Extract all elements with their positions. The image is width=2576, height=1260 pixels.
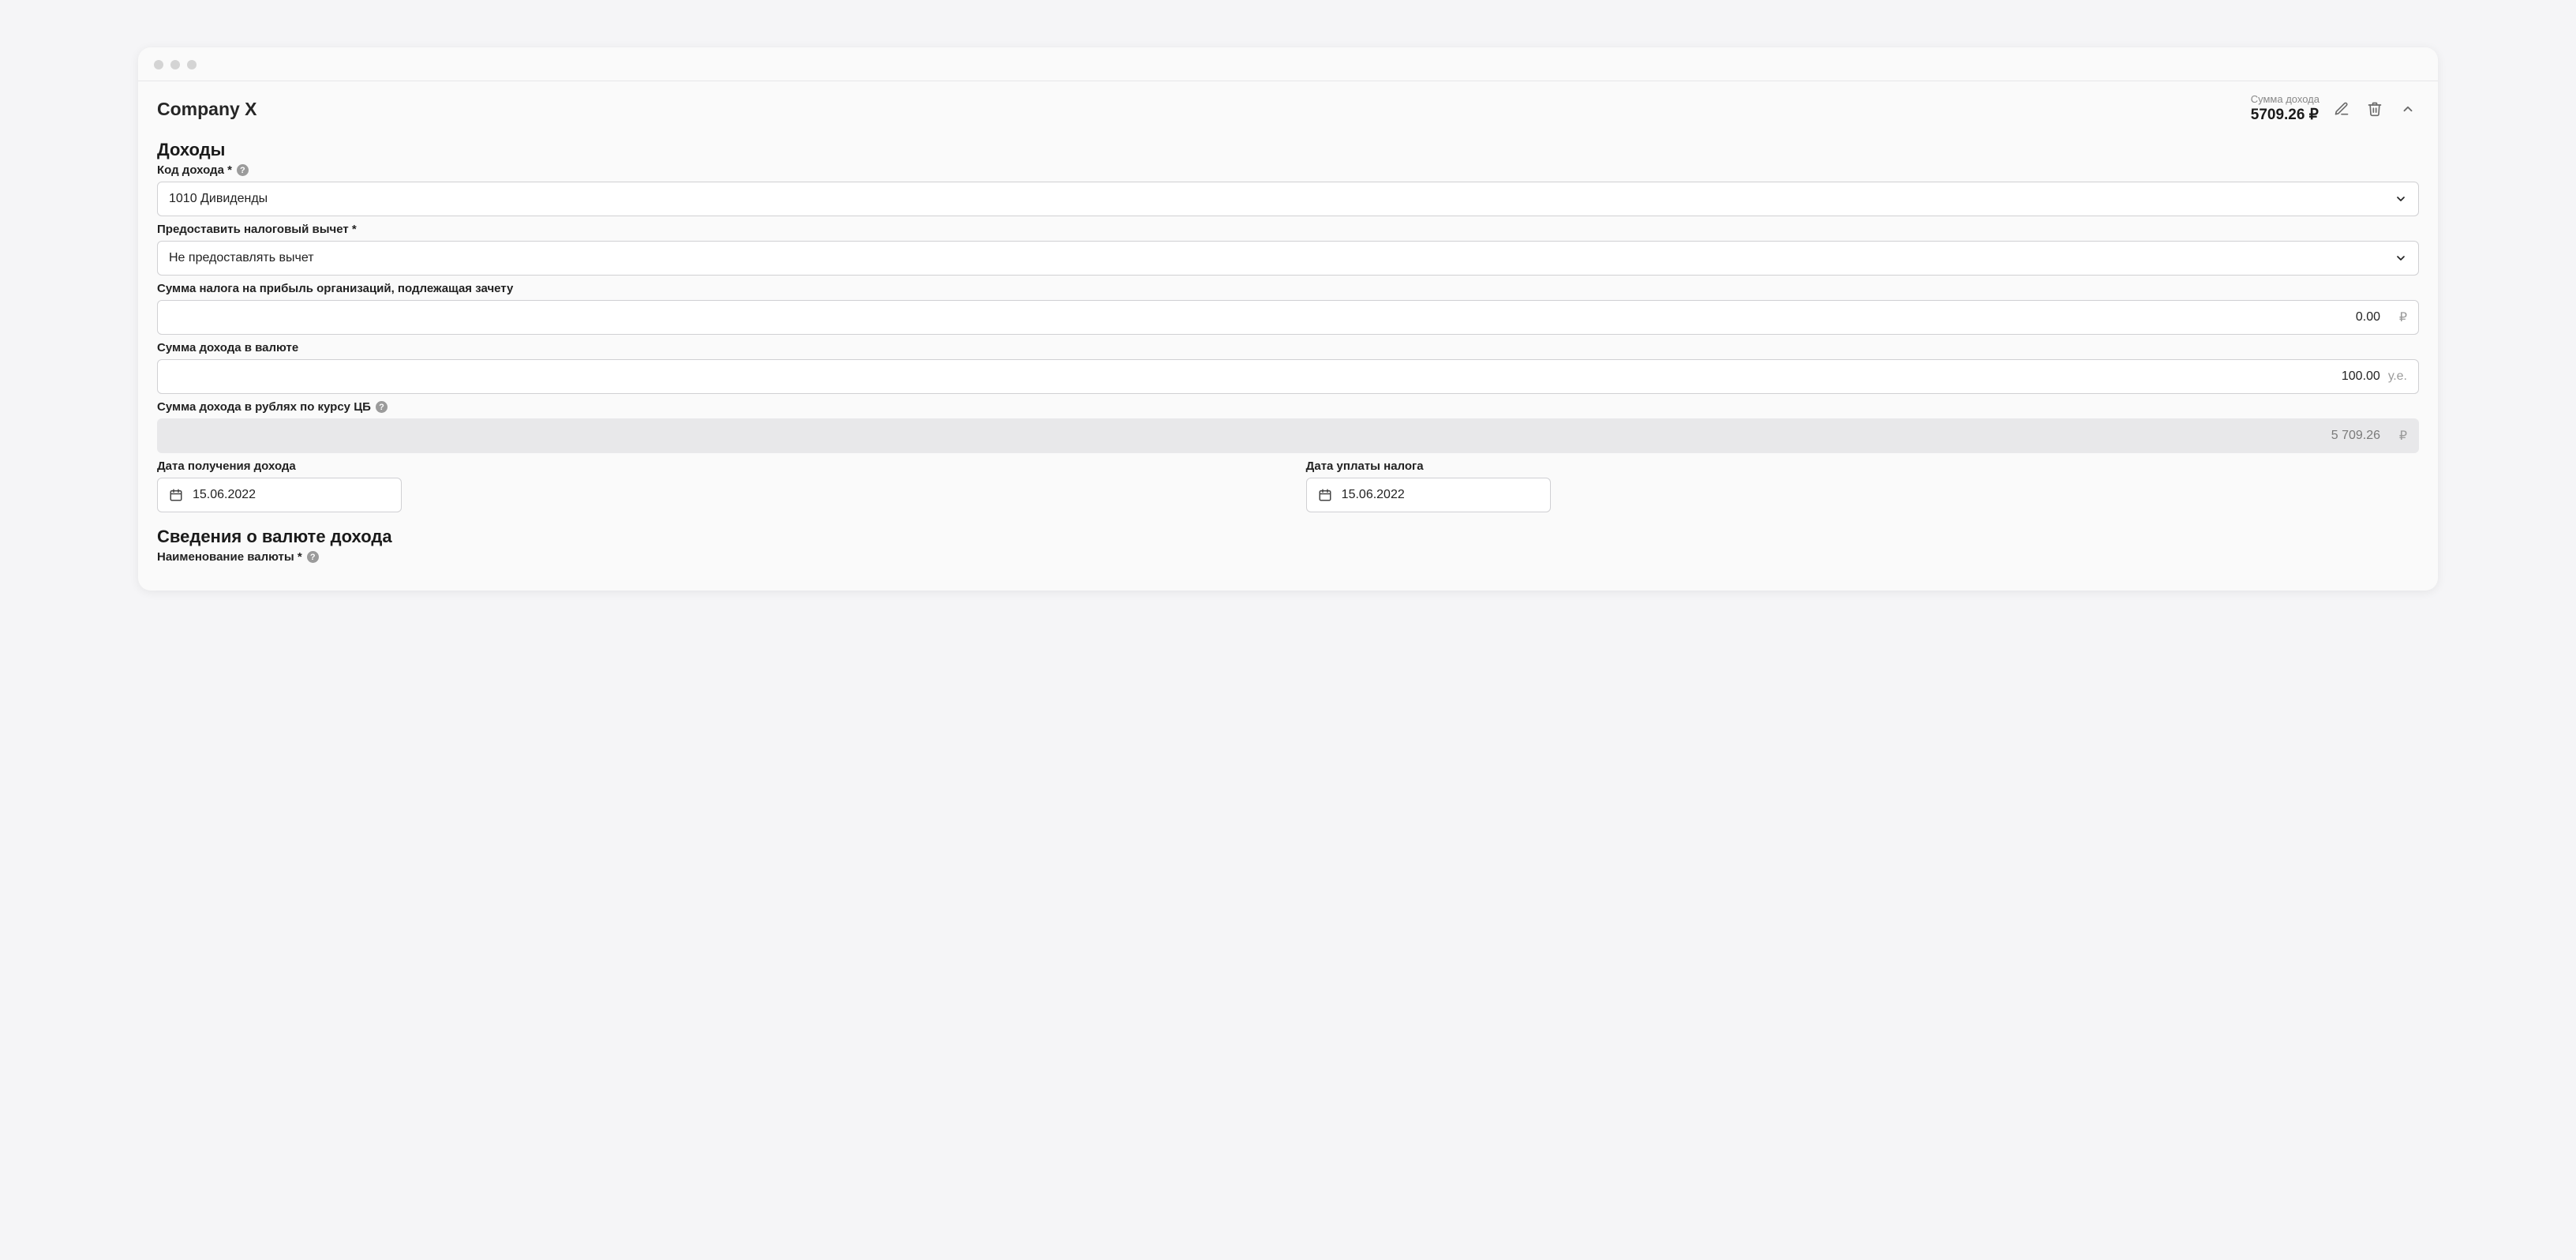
- help-icon[interactable]: ?: [307, 551, 319, 563]
- date-row: Дата получения дохода 15.06.2022 Дата уп…: [157, 459, 2419, 519]
- window-dot: [154, 60, 163, 69]
- income-code-field: Код дохода * ? 1010 Дивиденды: [157, 163, 2419, 216]
- currency-name-label: Наименование валюты * ?: [157, 550, 2419, 564]
- chevron-down-icon: [2394, 252, 2407, 264]
- help-icon[interactable]: ?: [376, 401, 388, 413]
- fx-amount-field: Сумма дохода в валюте 100.00 у.е.: [157, 341, 2419, 394]
- window-titlebar: [138, 47, 2438, 81]
- calendar-icon: [169, 488, 183, 502]
- window-dot: [187, 60, 197, 69]
- chevron-down-icon: [2394, 193, 2407, 205]
- tax-date-field: Дата уплаты налога 15.06.2022: [1306, 459, 2392, 512]
- currency-unit-suffix: у.е.: [2388, 369, 2407, 384]
- help-icon[interactable]: ?: [237, 164, 249, 176]
- pencil-icon: [2334, 101, 2349, 117]
- income-code-select[interactable]: 1010 Дивиденды: [157, 182, 2419, 216]
- income-date-input[interactable]: 15.06.2022: [157, 478, 402, 512]
- edit-button[interactable]: [2331, 98, 2353, 120]
- income-date-label: Дата получения дохода: [157, 459, 1243, 473]
- window-dot: [170, 60, 180, 69]
- tax-date-input[interactable]: 15.06.2022: [1306, 478, 1551, 512]
- fx-amount-input[interactable]: 100.00 у.е.: [157, 359, 2419, 394]
- tax-deduction-label: Предоставить налоговый вычет *: [157, 223, 2419, 236]
- calendar-icon: [1318, 488, 1332, 502]
- section-header: Company X Сумма дохода 5709.26 ₽: [138, 81, 2438, 127]
- income-date-value: 15.06.2022: [193, 488, 256, 502]
- income-summary-value: 5709.26 ₽: [2251, 106, 2319, 124]
- rub-amount-value: 5 709.26: [2331, 429, 2380, 443]
- tax-date-value: 15.06.2022: [1342, 488, 1405, 502]
- income-code-value: 1010 Дивиденды: [169, 192, 2394, 206]
- ruble-suffix: ₽: [2388, 309, 2407, 325]
- collapse-button[interactable]: [2397, 98, 2419, 120]
- delete-button[interactable]: [2364, 98, 2386, 120]
- corp-tax-input[interactable]: 0.00 ₽: [157, 300, 2419, 335]
- income-summary: Сумма дохода 5709.26 ₽: [2251, 94, 2320, 124]
- corp-tax-value: 0.00: [2356, 310, 2380, 324]
- currency-section-title: Сведения о валюте дохода: [157, 527, 2419, 547]
- tax-deduction-value: Не предоставлять вычет: [169, 251, 2394, 265]
- rub-amount-label: Сумма дохода в рублях по курсу ЦБ ?: [157, 400, 2419, 414]
- income-summary-label: Сумма дохода: [2251, 94, 2320, 104]
- currency-name-field: Наименование валюты * ?: [157, 550, 2419, 568]
- corp-tax-field: Сумма налога на прибыль организаций, под…: [157, 282, 2419, 335]
- company-name: Company X: [157, 99, 2240, 120]
- tax-deduction-field: Предоставить налоговый вычет * Не предос…: [157, 223, 2419, 276]
- corp-tax-label: Сумма налога на прибыль организаций, под…: [157, 282, 2419, 295]
- rub-amount-input: 5 709.26 ₽: [157, 418, 2419, 453]
- chevron-up-icon: [2401, 102, 2415, 116]
- trash-icon: [2367, 100, 2383, 118]
- fx-amount-label: Сумма дохода в валюте: [157, 341, 2419, 354]
- income-section-title: Доходы: [157, 140, 2419, 160]
- income-code-label: Код дохода * ?: [157, 163, 2419, 177]
- form-content: Доходы Код дохода * ? 1010 Дивиденды Пре…: [138, 127, 2438, 591]
- tax-deduction-select[interactable]: Не предоставлять вычет: [157, 241, 2419, 276]
- ruble-suffix: ₽: [2388, 428, 2407, 444]
- fx-amount-value: 100.00: [2342, 369, 2380, 384]
- app-window: Company X Сумма дохода 5709.26 ₽ Доходы …: [138, 47, 2438, 591]
- income-date-field: Дата получения дохода 15.06.2022: [157, 459, 1243, 512]
- rub-amount-field: Сумма дохода в рублях по курсу ЦБ ? 5 70…: [157, 400, 2419, 453]
- tax-date-label: Дата уплаты налога: [1306, 459, 2392, 473]
